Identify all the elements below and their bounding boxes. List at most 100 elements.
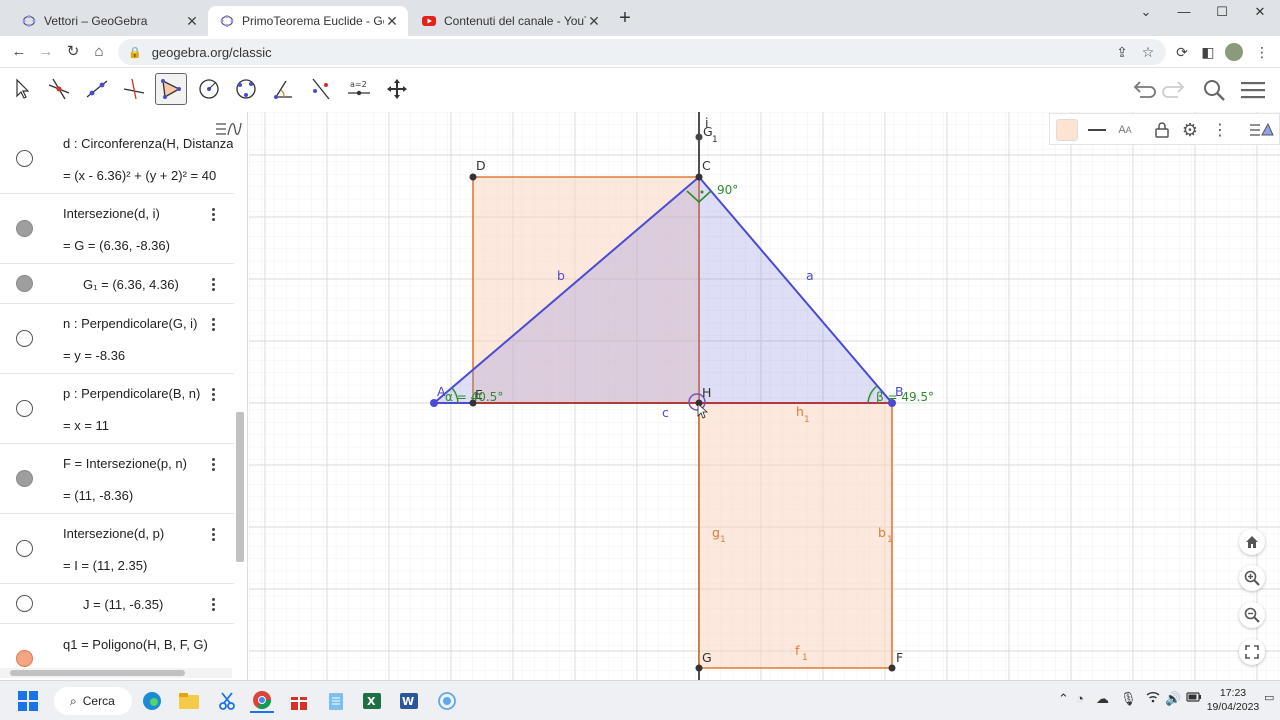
algebra-row-polygon-q1[interactable]: q1 = Poligono(H, B, F, G) [0, 624, 234, 668]
visibility-toggle[interactable] [16, 650, 33, 667]
visibility-toggle[interactable] [16, 470, 33, 487]
tab-search-chevron-icon[interactable]: ⌄ [1126, 4, 1166, 24]
chrome-browser-icon[interactable] [250, 689, 274, 713]
show-hidden-icons-chevron-icon[interactable]: ⌃ [1058, 691, 1069, 707]
main-menu-icon[interactable] [1238, 76, 1268, 104]
visibility-toggle[interactable] [16, 540, 33, 557]
close-window-button[interactable]: ✕ [1240, 4, 1280, 24]
graphics-view-menu-icon[interactable] [1246, 116, 1276, 144]
row-menu-icon[interactable] [207, 526, 219, 543]
text-size-icon[interactable]: AA [1113, 116, 1137, 144]
notifications-icon[interactable]: ▭ [1264, 691, 1274, 704]
file-explorer-icon[interactable] [177, 689, 201, 713]
close-tab-icon[interactable]: ✕ [184, 13, 200, 30]
algebra-row-perpendicular-p[interactable]: p : Perpendicolare(B, n) = x = 11 [0, 374, 234, 444]
point-d[interactable] [469, 173, 477, 181]
point-a[interactable] [430, 399, 438, 407]
geometry-canvas[interactable]: D C i G 1 A E H B F G b a c h 1 g 1 b 1 … [249, 112, 1280, 680]
algebra-row-g1[interactable]: G₁ = (6.36, 4.36) [0, 264, 234, 304]
recording-app-icon[interactable] [435, 689, 459, 713]
point-f[interactable] [888, 664, 896, 672]
slider-tool-icon[interactable]: a=2 [343, 73, 375, 105]
row-menu-icon[interactable] [207, 276, 219, 293]
tab-primo-teorema[interactable]: PrimoTeorema Euclide - GeoGebra ✕ [208, 6, 408, 36]
color-swatch-button[interactable] [1054, 116, 1080, 144]
algebra-row-intersection-g[interactable]: Intersezione(d, i) = G = (6.36, -8.36) [0, 194, 234, 264]
close-tab-icon[interactable]: ✕ [384, 13, 400, 30]
square-on-projection[interactable] [698, 402, 893, 669]
move-tool-icon[interactable] [6, 73, 38, 105]
visibility-toggle[interactable] [16, 150, 33, 167]
algebra-row-point-f[interactable]: F = Intersezione(p, n) = (11, -8.36) [0, 444, 234, 514]
minimize-window-button[interactable]: — [1164, 4, 1204, 24]
bookmark-star-icon[interactable]: ☆ [1138, 42, 1158, 62]
extension-icon[interactable]: ⟳ [1172, 42, 1192, 62]
move-graphics-tool-icon[interactable] [381, 73, 413, 105]
row-menu-icon[interactable] [207, 386, 219, 403]
algebra-row-point-j[interactable]: J = (11, -6.35) [0, 584, 234, 624]
reflect-tool-icon[interactable] [305, 73, 337, 105]
gift-app-icon[interactable] [287, 689, 311, 713]
close-tab-icon[interactable]: ✕ [586, 13, 602, 30]
line-tool-icon[interactable] [81, 73, 113, 105]
algebra-row-perpendicular-n[interactable]: n : Perpendicolare(G, i) = y = -8.36 [0, 304, 234, 374]
visibility-toggle[interactable] [16, 220, 33, 237]
row-menu-icon[interactable] [207, 316, 219, 333]
tab-vettori[interactable]: Vettori – GeoGebra ✕ [10, 6, 208, 36]
visibility-toggle[interactable] [16, 400, 33, 417]
algebra-vertical-scrollbar[interactable] [236, 412, 244, 562]
battery-icon[interactable] [1186, 691, 1202, 706]
word-icon[interactable]: W [397, 689, 421, 713]
back-button[interactable]: ← [8, 41, 30, 63]
home-button[interactable]: ⌂ [88, 41, 110, 63]
circle-three-points-tool-icon[interactable] [230, 73, 262, 105]
graphics-view[interactable]: D C i G 1 A E H B F G b a c h 1 g 1 b 1 … [249, 112, 1280, 680]
circle-tool-icon[interactable] [193, 73, 225, 105]
algebra-row-intersection-i[interactable]: Intersezione(d, p) = I = (11, 2.35) [0, 514, 234, 584]
browser-menu-icon[interactable]: ⋮ [1252, 42, 1272, 62]
reload-button[interactable]: ↻ [62, 41, 84, 63]
windows-start-icon[interactable] [16, 689, 40, 713]
fullscreen-icon[interactable] [1239, 639, 1265, 665]
row-menu-icon[interactable] [207, 206, 219, 223]
perpendicular-tool-icon[interactable] [118, 73, 150, 105]
angle-tool-icon[interactable] [268, 73, 300, 105]
microphone-icon[interactable]: 🎙 [1120, 691, 1137, 707]
excel-icon[interactable]: X [360, 689, 384, 713]
taskbar-clock[interactable]: 17:23 19/04/2023 [1205, 686, 1261, 714]
notepad-icon[interactable] [324, 689, 348, 713]
wifi-icon[interactable] [1146, 691, 1160, 706]
standard-view-home-icon[interactable] [1239, 529, 1265, 555]
zoom-out-icon[interactable] [1239, 602, 1265, 628]
visibility-toggle[interactable] [16, 330, 33, 347]
redo-icon[interactable] [1160, 76, 1190, 104]
point-c[interactable] [695, 173, 703, 181]
side-panel-icon[interactable]: ◧ [1198, 42, 1218, 62]
share-icon[interactable]: ⇪ [1112, 42, 1132, 62]
search-icon[interactable] [1199, 76, 1229, 104]
edge-browser-icon[interactable] [140, 689, 164, 713]
onedrive-cloud-icon[interactable]: ☁ [1096, 691, 1109, 707]
point-g[interactable] [695, 664, 703, 672]
row-menu-icon[interactable] [207, 456, 219, 473]
url-field[interactable]: 🔒 geogebra.org/classic [118, 39, 1166, 65]
snipping-tool-icon[interactable] [215, 689, 239, 713]
algebra-row-circle-d[interactable]: d : Circonferenza(H, Distanza(H, I)) = (… [0, 124, 234, 194]
polygon-tool-icon[interactable] [155, 73, 187, 105]
row-menu-icon[interactable] [207, 596, 219, 613]
taskbar-search[interactable]: ⌕ Cerca [54, 687, 132, 715]
point-tool-icon[interactable] [43, 73, 75, 105]
settings-gear-icon[interactable]: ⚙ [1178, 116, 1202, 144]
forward-button[interactable]: → [35, 41, 57, 63]
tab-youtube-studio[interactable]: Contenuti del canale - YouTube Studio ✕ [410, 6, 610, 36]
point-g1[interactable] [695, 133, 703, 141]
more-options-icon[interactable]: ⋮ [1208, 116, 1232, 144]
undo-icon[interactable] [1128, 76, 1158, 104]
zoom-in-icon[interactable] [1239, 565, 1265, 591]
app-tray-icon[interactable]: ◔ [1076, 691, 1084, 706]
visibility-toggle[interactable] [16, 275, 33, 292]
volume-icon[interactable]: 🔊 [1165, 691, 1181, 707]
visibility-toggle[interactable] [16, 595, 33, 612]
lock-object-icon[interactable] [1150, 116, 1174, 144]
new-tab-button[interactable]: + [614, 8, 636, 30]
